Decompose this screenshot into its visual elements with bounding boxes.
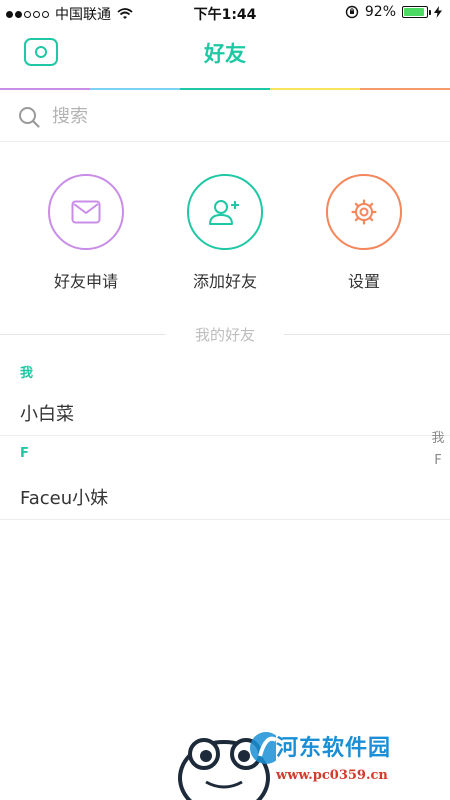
settings-circle[interactable] bbox=[326, 174, 402, 250]
page-title: 好友 bbox=[204, 42, 246, 66]
friend-name: 小白菜 bbox=[20, 404, 74, 425]
add-friend-button[interactable]: 添加好友 bbox=[165, 174, 285, 292]
nav-bar: 好友 bbox=[0, 26, 450, 88]
friend-request-circle[interactable] bbox=[48, 174, 124, 250]
group-header: 我 bbox=[20, 366, 34, 381]
settings-button[interactable]: 设置 bbox=[304, 174, 424, 292]
friend-name: Faceu小妹 bbox=[20, 488, 109, 509]
charging-bolt-icon bbox=[434, 6, 442, 18]
watermark-url: www.pc0359.cn bbox=[276, 768, 388, 783]
quick-actions: 好友申请 添加好友 设置 bbox=[0, 174, 450, 294]
friends-section-title: 我的好友 bbox=[194, 326, 255, 344]
add-friend-circle[interactable] bbox=[187, 174, 263, 250]
gear-icon bbox=[351, 199, 377, 225]
status-bar: 中国联通 下午1:44 92% bbox=[0, 0, 450, 26]
mail-icon bbox=[71, 200, 101, 224]
friend-row[interactable]: Faceu小妹 bbox=[0, 470, 450, 520]
settings-label: 设置 bbox=[347, 272, 380, 291]
battery-level-fill bbox=[404, 8, 425, 16]
group-header: F bbox=[20, 446, 29, 461]
search-input[interactable] bbox=[52, 102, 412, 130]
frog-mascot-logo bbox=[178, 732, 276, 800]
index-item[interactable]: 我 bbox=[430, 428, 446, 450]
index-item[interactable]: F bbox=[430, 450, 446, 472]
friends-section-divider: 我的好友 bbox=[0, 322, 450, 346]
orientation-lock-icon bbox=[345, 5, 359, 19]
battery-icon bbox=[402, 6, 431, 18]
status-right: 92% bbox=[345, 4, 442, 20]
index-bar[interactable]: 我 F bbox=[430, 428, 446, 472]
watermark-name: 河东软件园 bbox=[276, 735, 392, 761]
search-bar[interactable] bbox=[0, 90, 450, 142]
watermark: 河东软件园 www.pc0359.cn bbox=[176, 718, 450, 800]
search-icon bbox=[19, 107, 40, 128]
add-user-icon bbox=[209, 200, 239, 225]
add-friend-label: 添加好友 bbox=[192, 272, 257, 291]
friend-request-button[interactable]: 好友申请 bbox=[26, 174, 146, 292]
battery-percent: 92% bbox=[364, 4, 396, 20]
friend-request-label: 好友申请 bbox=[53, 272, 118, 291]
friend-row[interactable]: 小白菜 bbox=[0, 386, 450, 436]
